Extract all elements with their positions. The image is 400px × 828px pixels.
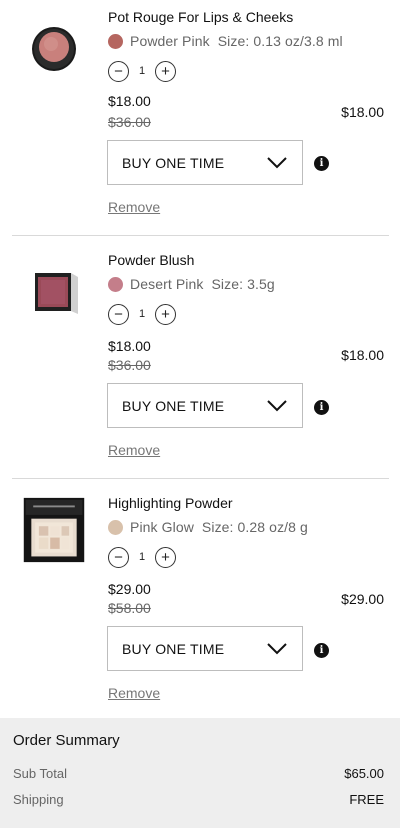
sale-price: $29.00 (108, 581, 151, 597)
powder-blush-compact-icon (35, 273, 78, 314)
purchase-option-label: BUY ONE TIME (122, 640, 225, 657)
size-label: Size: (211, 276, 244, 292)
purchase-option-dropdown[interactable]: BUY ONE TIME (107, 626, 303, 671)
purchase-option-label: BUY ONE TIME (122, 154, 225, 171)
original-price: $36.00 (108, 357, 151, 373)
quantity-value: 1 (138, 308, 146, 320)
sale-price: $18.00 (108, 93, 151, 109)
shipping-value: FREE (349, 792, 384, 807)
shade-name: Desert Pink (130, 276, 204, 292)
purchase-option-dropdown[interactable]: BUY ONE TIME (107, 383, 303, 428)
line-total: $18.00 (341, 347, 384, 363)
size-label: Size: (201, 519, 234, 535)
order-summary-title: Order Summary (13, 732, 120, 749)
shade-swatch (108, 277, 123, 292)
shipping-label: Shipping (13, 792, 64, 807)
quantity-stepper: − 1 + (108, 545, 176, 569)
remove-link[interactable]: Remove (108, 685, 160, 701)
cart-item: Pot Rouge For Lips & Cheeks Powder Pink S… (0, 0, 400, 243)
size-value: 0.13 oz/3.8 ml (253, 33, 343, 49)
shade-swatch (108, 520, 123, 535)
line-total: $18.00 (341, 104, 384, 120)
subtotal-value: $65.00 (344, 766, 384, 781)
chevron-down-icon (267, 156, 287, 168)
remove-link[interactable]: Remove (108, 199, 160, 215)
divider (12, 235, 389, 236)
purchase-option-dropdown[interactable]: BUY ONE TIME (107, 140, 303, 185)
increase-quantity-button[interactable]: + (155, 546, 176, 568)
product-name[interactable]: Pot Rouge For Lips & Cheeks (108, 9, 293, 25)
quantity-value: 1 (138, 65, 146, 77)
highlighting-powder-compact-icon (23, 497, 85, 563)
shade-name: Powder Pink (130, 33, 210, 49)
increase-quantity-button[interactable]: + (155, 303, 176, 325)
sale-price: $18.00 (108, 338, 151, 354)
decrease-quantity-button[interactable]: − (108, 60, 129, 82)
chevron-down-icon (267, 642, 287, 654)
quantity-stepper: − 1 + (108, 302, 176, 326)
shade-info: Pink Glow Size: 0.28 oz/8 g (130, 519, 308, 535)
quantity-stepper: − 1 + (108, 59, 176, 83)
original-price: $36.00 (108, 114, 151, 130)
shade-name: Pink Glow (130, 519, 194, 535)
cart-item: Powder Blush Desert Pink Size: 3.5g − 1 +… (0, 243, 400, 486)
info-icon[interactable]: i (314, 400, 329, 415)
chevron-down-icon (267, 399, 287, 411)
order-summary: Order Summary Sub Total $65.00 Shipping … (0, 718, 400, 828)
decrease-quantity-button[interactable]: − (108, 303, 129, 325)
product-name[interactable]: Powder Blush (108, 252, 194, 268)
size-value: 0.28 oz/8 g (237, 519, 308, 535)
cart-item: Highlighting Powder Pink Glow Size: 0.28 … (0, 486, 400, 729)
quantity-value: 1 (138, 551, 146, 563)
line-total: $29.00 (341, 591, 384, 607)
info-icon[interactable]: i (314, 156, 329, 171)
purchase-option-label: BUY ONE TIME (122, 397, 225, 414)
original-price: $58.00 (108, 600, 151, 616)
increase-quantity-button[interactable]: + (155, 60, 176, 82)
size-value: 3.5g (247, 276, 275, 292)
product-name[interactable]: Highlighting Powder (108, 495, 233, 511)
info-icon[interactable]: i (314, 643, 329, 658)
divider (12, 478, 389, 479)
pot-rouge-compact-icon (32, 27, 76, 71)
size-label: Size: (217, 33, 250, 49)
shade-info: Powder Pink Size: 0.13 oz/3.8 ml (130, 33, 343, 49)
subtotal-label: Sub Total (13, 766, 67, 781)
remove-link[interactable]: Remove (108, 442, 160, 458)
shade-swatch (108, 34, 123, 49)
shade-info: Desert Pink Size: 3.5g (130, 276, 275, 292)
decrease-quantity-button[interactable]: − (108, 546, 129, 568)
